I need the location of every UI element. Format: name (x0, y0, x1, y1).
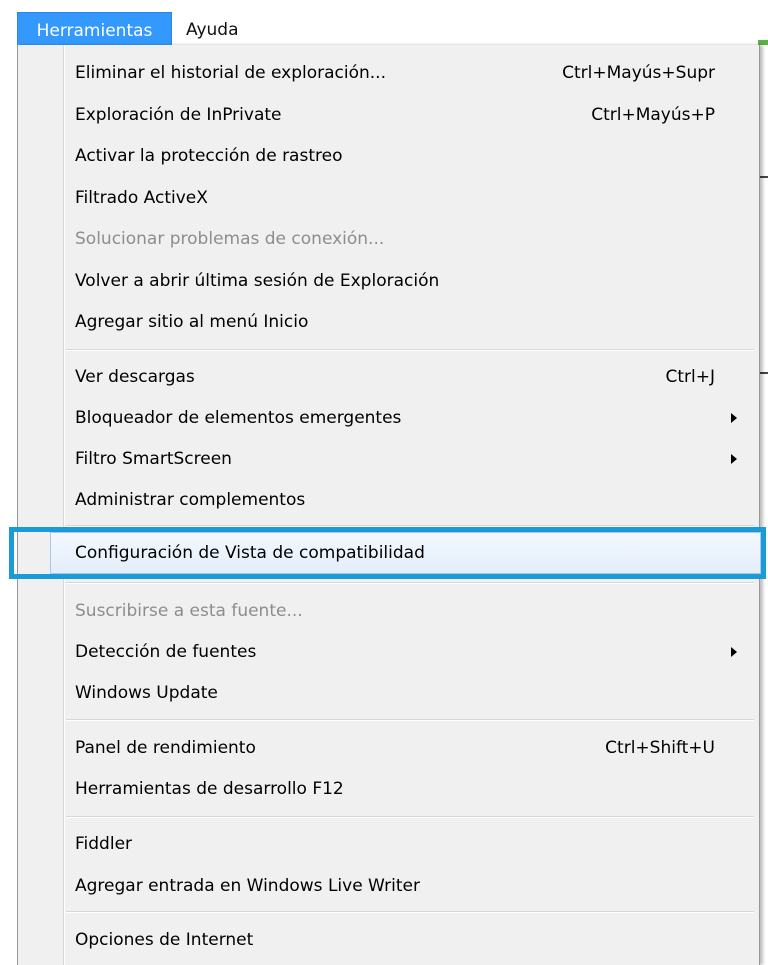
menu-item-label: Ver descargas (75, 367, 195, 387)
menu-item-activex-filtering[interactable]: Filtrado ActiveX (20, 178, 755, 218)
menu-item-popup-blocker[interactable]: Bloqueador de elementos emergentes (20, 398, 755, 438)
menu-item-delete-history[interactable]: Eliminar el historial de exploración... … (20, 53, 755, 93)
menu-item-label: Eliminar el historial de exploración... (75, 63, 386, 83)
menu-item-add-to-start[interactable]: Agregar sitio al menú Inicio (20, 302, 755, 342)
menu-item-shortcut: Ctrl+Mayús+Supr (562, 63, 715, 83)
menu-item-inprivate[interactable]: Exploración de InPrivate Ctrl+Mayús+P (20, 95, 755, 135)
menu-item-subscribe-feed: Suscribirse a esta fuente... (20, 591, 755, 631)
menu-item-label: Bloqueador de elementos emergentes (75, 408, 402, 428)
menu-bar: Herramientas Ayuda (0, 0, 768, 48)
submenu-arrow-icon (731, 454, 737, 464)
menu-separator (66, 719, 754, 721)
menu-ayuda[interactable]: Ayuda (176, 12, 249, 48)
menu-item-manage-addons[interactable]: Administrar complementos (20, 480, 755, 520)
menu-item-compatibility-view-settings[interactable]: Configuración de Vista de compatibilidad (20, 533, 755, 573)
menu-item-label: Solucionar problemas de conexión... (75, 229, 385, 249)
menu-item-shortcut: Ctrl+J (665, 367, 715, 387)
menu-item-label: Configuración de Vista de compatibilidad (75, 543, 425, 563)
menu-item-windows-update[interactable]: Windows Update (20, 673, 755, 713)
menu-item-fiddler[interactable]: Fiddler (20, 824, 755, 864)
tools-dropdown-menu: Eliminar el historial de exploración... … (9, 45, 766, 965)
menu-item-label: Herramientas de desarrollo F12 (75, 779, 344, 799)
menu-item-shortcut: Ctrl+Mayús+P (591, 105, 715, 125)
menu-item-label: Agregar sitio al menú Inicio (75, 312, 309, 332)
menu-item-smartscreen[interactable]: Filtro SmartScreen (20, 439, 755, 479)
menu-item-label: Administrar complementos (75, 490, 306, 510)
menu-item-label: Agregar entrada en Windows Live Writer (75, 876, 420, 896)
menu-item-fix-connection: Solucionar problemas de conexión... (20, 219, 755, 259)
menu-item-shortcut: Ctrl+Shift+U (605, 738, 715, 758)
menu-item-label: Suscribirse a esta fuente... (75, 601, 303, 621)
menu-item-label: Panel de rendimiento (75, 738, 256, 758)
menu-item-label: Opciones de Internet (75, 930, 254, 950)
menu-separator (66, 349, 754, 351)
menu-item-tracking-protection[interactable]: Activar la protección de rastreo (20, 136, 755, 176)
menu-item-reopen-session[interactable]: Volver a abrir última sesión de Explorac… (20, 261, 755, 301)
menu-item-performance-dashboard[interactable]: Panel de rendimiento Ctrl+Shift+U (20, 728, 755, 768)
menu-item-internet-options[interactable]: Opciones de Internet (20, 920, 755, 960)
menu-item-label: Detección de fuentes (75, 642, 257, 662)
menu-item-live-writer[interactable]: Agregar entrada en Windows Live Writer (20, 866, 755, 906)
menu-item-label: Windows Update (75, 683, 218, 703)
menu-item-feed-discovery[interactable]: Detección de fuentes (20, 632, 755, 672)
menu-item-label: Volver a abrir última sesión de Explorac… (75, 271, 440, 291)
menu-item-view-downloads[interactable]: Ver descargas Ctrl+J (20, 357, 755, 397)
submenu-arrow-icon (731, 413, 737, 423)
menu-item-label: Exploración de InPrivate (75, 105, 282, 125)
menu-item-label: Fiddler (75, 834, 133, 854)
menu-separator (66, 911, 754, 913)
menu-item-label: Filtrado ActiveX (75, 188, 208, 208)
menu-herramientas[interactable]: Herramientas (17, 12, 172, 48)
submenu-arrow-icon (731, 647, 737, 657)
menu-item-label: Activar la protección de rastreo (75, 146, 343, 166)
menu-separator (66, 582, 754, 584)
menu-item-label: Filtro SmartScreen (75, 449, 232, 469)
menu-item-f12-developer-tools[interactable]: Herramientas de desarrollo F12 (20, 769, 755, 809)
menu-separator (66, 816, 754, 818)
